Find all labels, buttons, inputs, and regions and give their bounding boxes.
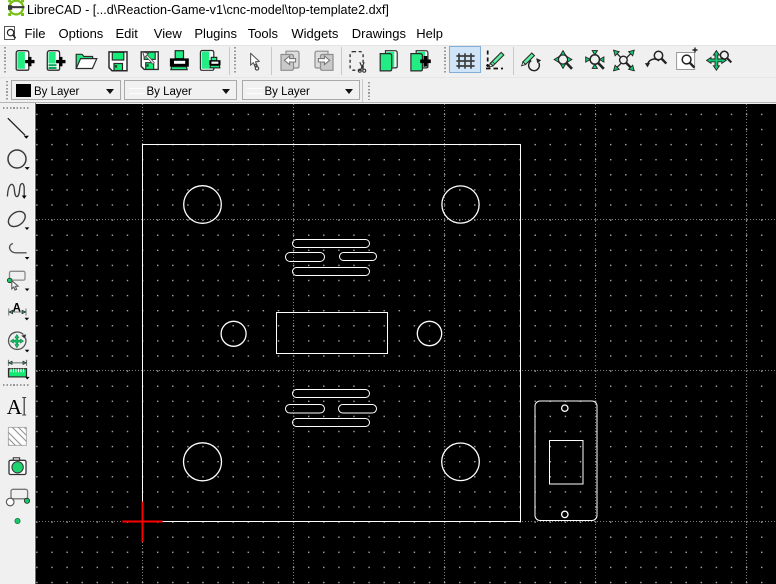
svg-text:A: A bbox=[13, 302, 21, 314]
svg-text:A: A bbox=[7, 395, 23, 419]
